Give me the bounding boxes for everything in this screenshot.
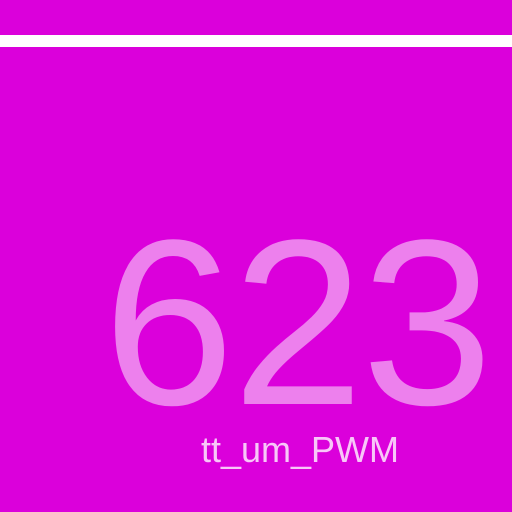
- design-number: 623: [103, 191, 493, 455]
- design-name-label: tt_um_PWM: [200, 429, 400, 470]
- top-divider-bar: [0, 35, 512, 47]
